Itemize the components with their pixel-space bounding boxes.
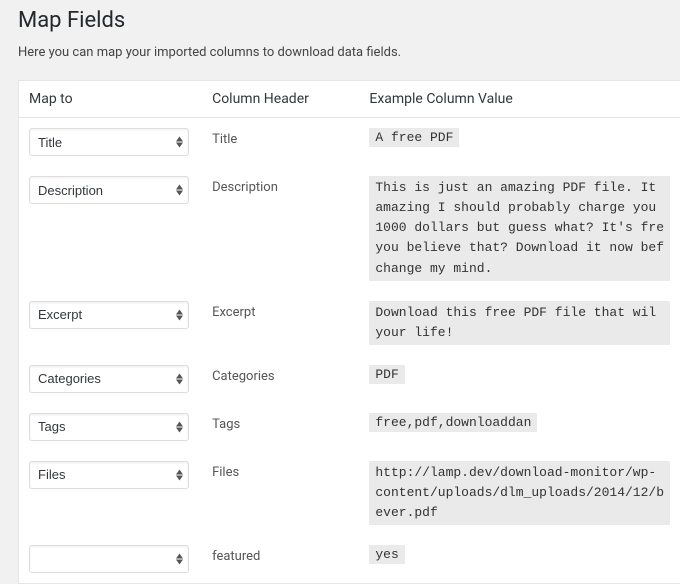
example-value: http://lamp.dev/download-monitor/wp-cont… bbox=[369, 461, 670, 525]
table-row: Excerpt Excerpt Download this free PDF f… bbox=[19, 291, 680, 355]
page-title: Map Fields bbox=[18, 8, 680, 33]
col-header-mapto: Map to bbox=[19, 81, 203, 118]
column-header-value: Description bbox=[202, 166, 359, 291]
page-description: Here you can map your imported columns t… bbox=[18, 45, 680, 60]
table-row: Tags Tags free,pdf,downloaddan bbox=[19, 403, 680, 451]
column-header-value: Files bbox=[202, 451, 359, 535]
col-header-example: Example Column Value bbox=[359, 81, 680, 118]
column-header-value: Tags bbox=[202, 403, 359, 451]
example-value: PDF bbox=[369, 365, 404, 384]
table-row: Files Files http://lamp.dev/download-mon… bbox=[19, 451, 680, 535]
mapto-select[interactable]: Description bbox=[29, 176, 189, 204]
table-row: Title Title A free PDF bbox=[19, 118, 680, 167]
example-value: yes bbox=[369, 545, 404, 564]
mapto-select[interactable]: Categories bbox=[29, 365, 189, 393]
mapto-select[interactable]: Excerpt bbox=[29, 301, 189, 329]
column-header-value: Title bbox=[202, 118, 359, 167]
mapto-select[interactable]: Title bbox=[29, 128, 189, 156]
column-header-value: Excerpt bbox=[202, 291, 359, 355]
map-fields-table: Map to Column Header Example Column Valu… bbox=[18, 80, 680, 584]
column-header-value: Categories bbox=[202, 355, 359, 403]
table-row: Description Description This is just an … bbox=[19, 166, 680, 291]
example-value: A free PDF bbox=[369, 128, 459, 147]
example-value: free,pdf,downloaddan bbox=[369, 413, 537, 432]
table-row: featured yes bbox=[19, 535, 680, 584]
mapto-select[interactable]: Tags bbox=[29, 413, 189, 441]
table-row: Categories Categories PDF bbox=[19, 355, 680, 403]
example-value: This is just an amazing PDF file. It ama… bbox=[369, 176, 670, 281]
mapto-select[interactable]: Files bbox=[29, 461, 189, 489]
col-header-columnheader: Column Header bbox=[202, 81, 359, 118]
column-header-value: featured bbox=[202, 535, 359, 584]
mapto-select[interactable] bbox=[29, 545, 189, 573]
example-value: Download this free PDF file that wil you… bbox=[369, 301, 670, 345]
